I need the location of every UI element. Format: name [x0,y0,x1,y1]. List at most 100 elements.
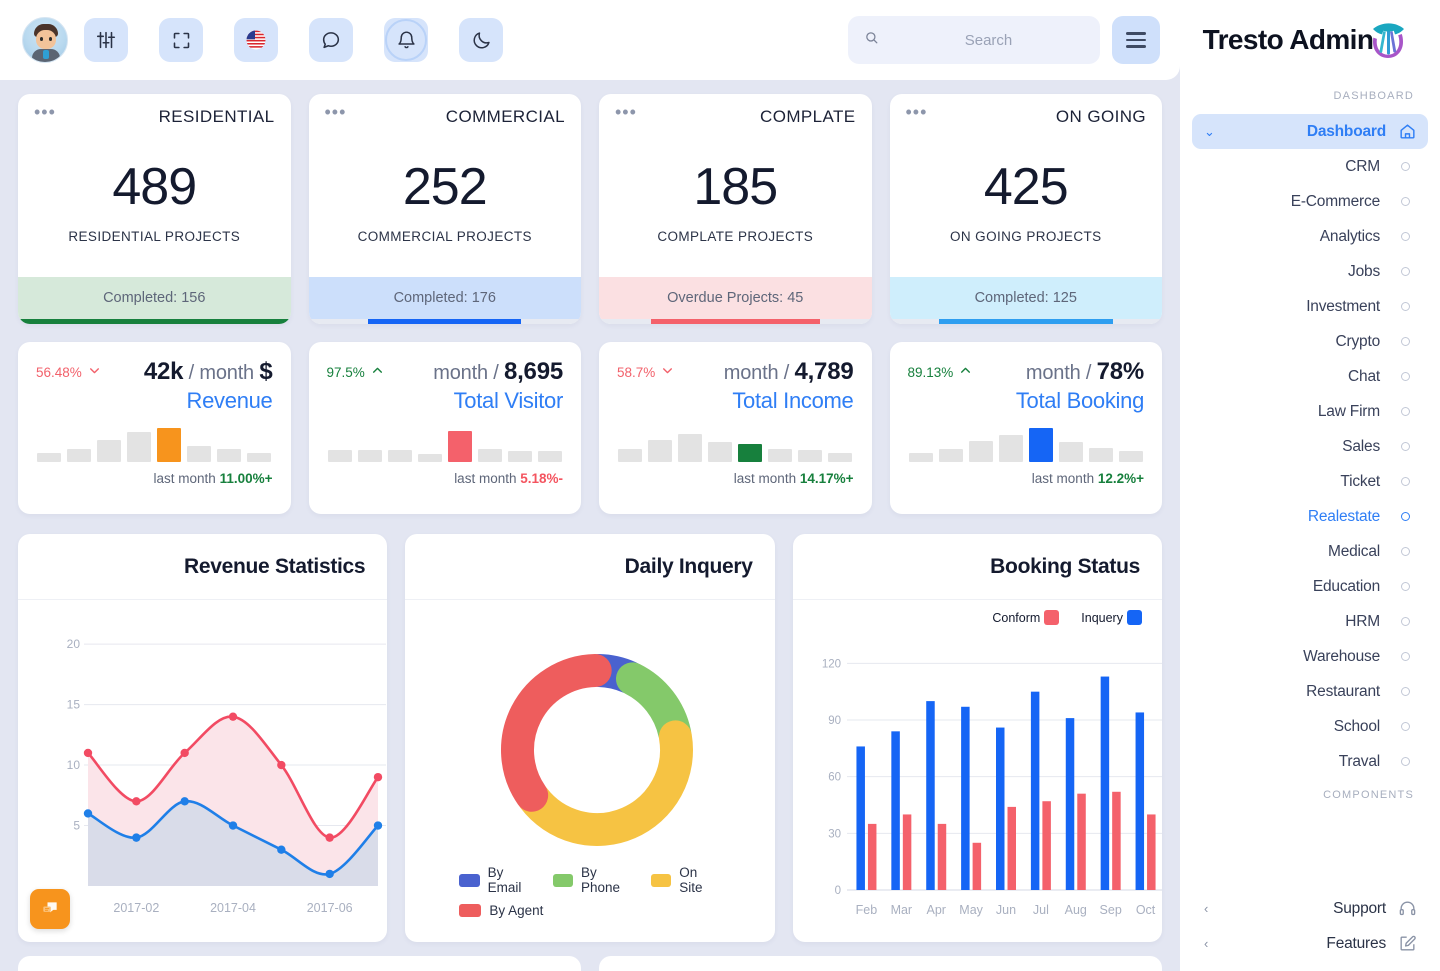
spark-bar [417,454,442,462]
sidebar-item-realestate[interactable]: Realestate [1192,499,1428,534]
avatar[interactable] [22,17,68,63]
svg-text:Oct: Oct [1135,903,1155,917]
stat-card-value: 489 [112,157,197,216]
edit-icon [1396,934,1418,953]
headset-icon [1396,899,1418,918]
spark-bar [618,449,643,462]
stat-card-footer: Completed: 176 [308,277,581,319]
spark-bar [447,431,472,462]
mini-label: Total Visitor [453,388,564,413]
bar [972,842,981,890]
svg-text:May: May [959,903,983,917]
arrow-up-icon [371,364,384,380]
stat-card-subtitle: RESIDENTIAL PROJECTS [68,228,241,244]
mini-footer: last month 5.18%- [454,471,563,486]
arrow-up-icon [959,364,972,380]
svg-text:60: 60 [828,772,841,784]
menu-toggle-button[interactable] [1112,16,1160,64]
tresto-logo-icon [1365,13,1411,68]
sidebar-item-label: School [1333,717,1380,735]
sidebar-bottom: ‹ Support ‹ Features [1180,891,1440,971]
svg-text:Jul: Jul [1033,903,1049,917]
mini-value: 78% [1096,358,1145,385]
spark-bar [678,434,703,462]
sidebar-item-ticket[interactable]: Ticket [1192,464,1428,499]
spark-bar [37,453,62,462]
brand[interactable]: Tresto Admin [1180,0,1440,80]
spark-bar [387,450,412,462]
sliders-icon[interactable] [84,18,128,62]
arrow-down-icon [661,364,674,380]
sidebar-item-traval[interactable]: Traval [1192,744,1428,779]
chat-fab[interactable] [30,889,70,929]
sidebar-item-jobs[interactable]: Jobs [1192,254,1428,289]
svg-text:Mar: Mar [890,903,912,917]
spark-bar [1058,442,1083,462]
bar [1135,712,1144,890]
data-point [325,869,334,879]
sidebar-item-dashboard[interactable]: ⌄ Dashboard [1192,114,1428,149]
daily-inquery-title: Daily Inquery [405,534,775,600]
daily-inquery-donut-svg [501,654,694,846]
mini-percent-text: 89.13% [907,364,954,380]
data-point [180,748,189,758]
stat-card-ongoing: ••• ON GOING 425 ON GOING PROJECTS Compl… [889,94,1162,324]
bell-icon[interactable] [384,18,428,62]
sidebar-item-school[interactable]: School [1192,709,1428,744]
card-menu-icon[interactable]: ••• [34,103,56,121]
sidebar-item-education[interactable]: Education [1192,569,1428,604]
sidebar-item-medical[interactable]: Medical [1192,534,1428,569]
spark-bar [127,432,152,462]
spark-bar [187,446,212,462]
bar [995,727,1005,890]
spark-bar [157,428,182,462]
legend-swatch [459,873,480,887]
legend-swatch [459,904,482,917]
mini-percent-text: 58.7% [617,364,656,380]
search-input[interactable] [889,31,1088,49]
sidebar-item-investment[interactable]: Investment [1192,289,1428,324]
mini-amount: month / 8,695 [433,358,563,386]
data-point [373,772,383,782]
flag-usa-icon[interactable] [234,18,278,62]
sidebar-item-restaurant[interactable]: Restaurant [1192,674,1428,709]
data-point [83,748,93,758]
sidebar-item-hrm[interactable]: HRM [1192,604,1428,639]
stat-card-title: RESIDENTIAL [158,107,275,126]
fullscreen-icon[interactable] [159,18,203,62]
legend-item: By Agent [459,903,543,918]
card-menu-icon[interactable]: ••• [615,103,637,121]
sidebar-item-analytics[interactable]: Analytics [1192,219,1428,254]
chevron-left-icon: ‹ [1204,936,1209,951]
stat-card-value: 425 [983,157,1069,216]
sidebar-item-crypto[interactable]: Crypto [1192,324,1428,359]
svg-text:Jun: Jun [996,903,1016,917]
sidebar-item-warehouse[interactable]: Warehouse [1192,639,1428,674]
sidebar-item-sales[interactable]: Sales [1192,429,1428,464]
sidebar-item-features[interactable]: ‹ Features [1192,926,1428,961]
legend-label: By Phone [580,865,621,895]
stat-card-title: COMMERCIAL [445,107,565,126]
mini-footer-value: 5.18%- [520,471,563,486]
chat-bubble-icon[interactable] [309,18,353,62]
sidebar-item-e-commerce[interactable]: E-Commerce [1192,184,1428,219]
app-root: ••• RESIDENTIAL 489 RESIDENTIAL PROJECTS… [0,0,1440,971]
stat-card-subtitle: COMPLATE PROJECTS [657,228,814,244]
mini-percent: 89.13% [908,364,973,380]
card-menu-icon[interactable]: ••• [906,103,928,121]
sidebar-item-chat[interactable]: Chat [1192,359,1428,394]
stat-card-footer: Completed: 125 [889,277,1162,319]
spark-bar [97,440,122,462]
svg-text:0: 0 [834,885,840,897]
mini-period: month / [1025,362,1097,384]
search-box[interactable] [848,16,1100,64]
sidebar-item-label: Support [1333,899,1386,917]
sidebar-caption-components: COMPONENTS [1323,789,1414,801]
moon-icon[interactable] [459,18,503,62]
sidebar-item-support[interactable]: ‹ Support [1192,891,1428,926]
bullet-icon [1394,442,1416,451]
sidebar-item-law-firm[interactable]: Law Firm [1192,394,1428,429]
stat-card-footer: Completed: 156 [18,277,291,319]
sidebar-item-crm[interactable]: CRM [1192,149,1428,184]
card-menu-icon[interactable]: ••• [325,103,347,121]
